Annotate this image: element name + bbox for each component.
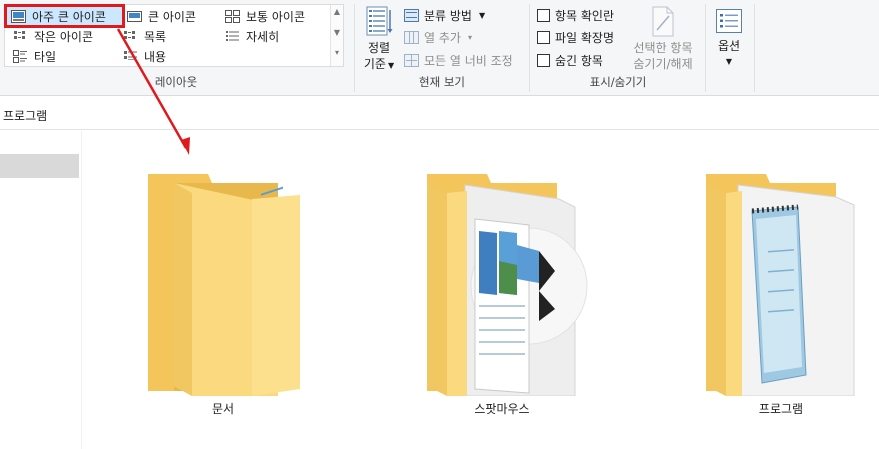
list-button[interactable]: 목록: [119, 26, 170, 46]
tiles-label: 타일: [34, 49, 57, 64]
file-list: 문서 스팟마우스 프로그램: [82, 131, 879, 449]
large-icons-button[interactable]: 큰 아이콘: [123, 6, 200, 26]
list-label: 목록: [144, 29, 167, 44]
item-checkboxes-checkbox[interactable]: [537, 8, 550, 22]
hidden-items-label: 숨긴 항목: [555, 53, 603, 68]
group-by-button[interactable]: 분류 방법 ▼: [404, 5, 485, 25]
navigation-pane: [0, 131, 82, 449]
tiles-button[interactable]: 타일: [9, 46, 60, 66]
current-view-group-label: 현재 보기: [419, 75, 465, 89]
options-label: 옵션: [717, 39, 741, 53]
show-hide-group-label: 표시/숨기기: [589, 75, 647, 89]
layout-gallery: 아주 큰 아이콘 큰 아이콘 보통 아이콘 작은 아이콘 목록 자세히 타일 내…: [4, 4, 344, 67]
gallery-expand-icon[interactable]: ▾: [331, 49, 343, 57]
folder-spotmouse-icon: [427, 174, 588, 396]
options-button[interactable]: 옵션 ▼: [710, 8, 748, 70]
address-path[interactable]: 프로그램: [3, 107, 47, 124]
details-button[interactable]: 자세히: [221, 26, 283, 46]
layout-group-label: 레이아웃: [154, 75, 198, 89]
size-all-columns-button[interactable]: 모든 열 너비 조정: [404, 50, 513, 70]
group-by-dropdown-icon: ▼: [478, 10, 486, 20]
file-extensions-checkbox[interactable]: [537, 30, 550, 44]
extra-large-icons-icon: [11, 9, 26, 23]
nav-selected-item[interactable]: [0, 154, 79, 178]
file-extensions-toggle[interactable]: 파일 확장명: [537, 27, 614, 47]
hidden-items-checkbox[interactable]: [537, 53, 550, 67]
sort-by-label-line2: 기준 ▼: [363, 57, 395, 71]
group-divider: [529, 4, 530, 92]
file-extensions-label: 파일 확장명: [555, 30, 615, 45]
small-icons-label: 작은 아이콘: [34, 29, 94, 44]
hide-selected-label-line1: 선택한 항목: [633, 41, 693, 55]
ribbon: 아주 큰 아이콘 큰 아이콘 보통 아이콘 작은 아이콘 목록 자세히 타일 내…: [0, 0, 879, 96]
layout-group: 아주 큰 아이콘 큰 아이콘 보통 아이콘 작은 아이콘 목록 자세히 타일 내…: [0, 0, 352, 96]
hide-selected-label-line2: 숨기기/해제: [633, 57, 693, 71]
hide-selected-icon: [652, 6, 674, 37]
hide-selected-button[interactable]: 선택한 항목 숨기기/해제: [627, 6, 699, 72]
extra-large-icons-button[interactable]: 아주 큰 아이콘: [4, 4, 125, 28]
scroll-up-icon[interactable]: ▲: [331, 8, 343, 16]
options-dropdown-icon: ▼: [725, 57, 733, 66]
folder-documents-icon: [148, 174, 300, 396]
content-icon: [124, 50, 137, 60]
group-divider: [354, 4, 355, 92]
content-button[interactable]: 내용: [119, 46, 170, 66]
large-icons-icon: [127, 10, 142, 22]
group-divider: [754, 4, 755, 92]
current-view-group: 정렬 기준 ▼ 분류 방법 ▼ 열 추가 ▾ 모든 열 너비 조정 현재 보기: [356, 0, 528, 96]
options-icon: [716, 9, 742, 33]
folder-item[interactable]: 문서: [128, 171, 318, 426]
add-columns-icon: [404, 30, 419, 44]
sort-by-label-line1: 정렬: [367, 41, 391, 55]
details-icon: [226, 30, 239, 41]
add-columns-button[interactable]: 열 추가 ▾: [404, 27, 472, 47]
group-divider: [705, 4, 706, 92]
sort-dropdown-icon: ▼: [387, 61, 395, 70]
sort-by-button[interactable]: 정렬 기준 ▼: [360, 6, 398, 74]
group-by-label: 분류 방법: [424, 8, 472, 23]
medium-icons-button[interactable]: 보통 아이콘: [221, 6, 309, 26]
medium-icons-icon: [225, 9, 240, 23]
folder-name: 스팟마우스: [474, 402, 530, 416]
small-icons-icon: [14, 30, 25, 39]
extra-large-icons-label: 아주 큰 아이콘: [32, 9, 106, 24]
show-hide-group: 항목 확인란 파일 확장명 숨긴 항목 선택한 항목 숨기기/해제 표시/숨기기: [531, 0, 705, 96]
add-columns-label: 열 추가: [424, 30, 461, 45]
folder-item[interactable]: 스팟마우스: [407, 171, 597, 426]
item-checkboxes-toggle[interactable]: 항목 확인란: [537, 5, 614, 25]
item-checkboxes-label: 항목 확인란: [555, 8, 615, 23]
folder-name: 문서: [211, 402, 235, 416]
folder-item[interactable]: 프로그램: [686, 171, 876, 426]
folder-name: 프로그램: [758, 402, 804, 416]
sort-by-icon: [366, 6, 393, 36]
small-icons-button[interactable]: 작은 아이콘: [9, 26, 97, 46]
size-columns-icon: [404, 53, 419, 67]
tiles-icon: [13, 49, 27, 63]
list-icon: [124, 30, 135, 39]
hidden-items-toggle[interactable]: 숨긴 항목: [537, 50, 603, 70]
content-label: 내용: [144, 49, 167, 64]
size-all-columns-label: 모든 열 너비 조정: [424, 53, 513, 68]
details-label: 자세히: [246, 29, 280, 44]
medium-icons-label: 보통 아이콘: [246, 9, 306, 24]
folder-programs-icon: [706, 174, 855, 396]
large-icons-label: 큰 아이콘: [148, 9, 196, 24]
scroll-down-icon[interactable]: ▼: [331, 29, 343, 37]
add-columns-dropdown-icon: ▾: [467, 32, 472, 42]
gallery-scrollbar[interactable]: ▲ ▼ ▾: [330, 5, 343, 66]
address-bar[interactable]: 프로그램: [0, 100, 879, 130]
group-by-icon: [404, 8, 419, 22]
